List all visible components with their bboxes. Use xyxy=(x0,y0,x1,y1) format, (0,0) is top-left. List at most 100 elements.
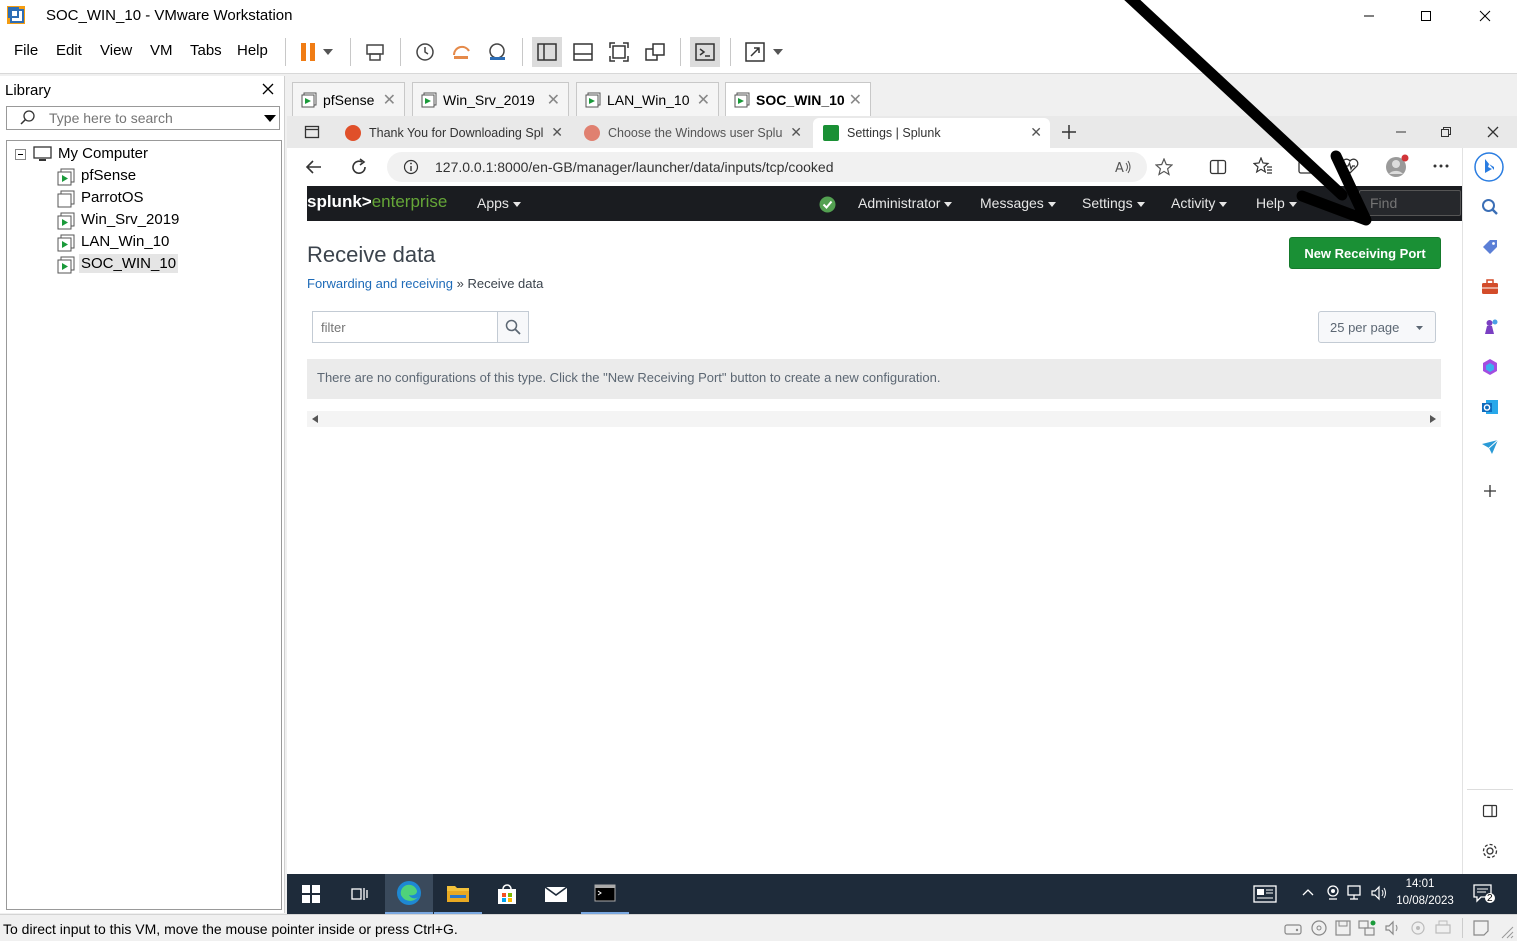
read-aloud-icon[interactable]: A xyxy=(1115,159,1133,175)
outlook-icon[interactable] xyxy=(1479,396,1501,418)
edge-taskbar-icon[interactable] xyxy=(385,874,433,914)
library-search-input[interactable] xyxy=(49,109,249,127)
menu-view[interactable]: View xyxy=(100,42,132,59)
close-tab-icon[interactable]: ✕ xyxy=(790,124,802,141)
find-box[interactable] xyxy=(1359,190,1461,216)
sidebar-toggle-icon[interactable] xyxy=(1479,800,1501,822)
close-button[interactable] xyxy=(1462,4,1508,28)
webcam-tray-icon[interactable] xyxy=(1326,885,1340,901)
library-close-icon[interactable] xyxy=(262,83,274,95)
maximize-button[interactable] xyxy=(1403,4,1449,28)
find-input[interactable] xyxy=(1370,194,1460,212)
network-icon[interactable] xyxy=(1347,885,1365,901)
vm-tab-lan-win-10[interactable]: LAN_Win_10 ✕ xyxy=(576,82,719,116)
refresh-icon[interactable] xyxy=(350,158,368,176)
menu-help[interactable]: Help xyxy=(237,42,268,59)
nav-messages[interactable]: Messages xyxy=(980,195,1056,211)
tools-briefcase-icon[interactable] xyxy=(1479,276,1501,298)
browser-restore-icon[interactable] xyxy=(1440,126,1452,138)
close-tab-icon[interactable]: ✕ xyxy=(697,90,710,110)
filter-input[interactable] xyxy=(321,320,481,335)
revert-snapshot-icon[interactable] xyxy=(446,37,476,67)
stretch-guest-icon[interactable] xyxy=(740,37,770,67)
show-library-icon[interactable] xyxy=(532,37,562,67)
site-info-icon[interactable] xyxy=(403,159,419,175)
favorite-star-icon[interactable] xyxy=(1155,158,1173,176)
snapshot-icon[interactable] xyxy=(410,37,440,67)
per-page-dropdown[interactable]: 25 per page xyxy=(1318,311,1436,343)
vm-tab-pfsense[interactable]: pfSense ✕ xyxy=(292,82,405,116)
vm-tab-soc-win-10[interactable]: SOC_WIN_10 ✕ xyxy=(725,82,871,116)
minimize-button[interactable] xyxy=(1346,4,1392,28)
resize-grip-icon[interactable] xyxy=(1500,925,1514,939)
microsoft-365-icon[interactable] xyxy=(1479,356,1501,378)
tree-item-pfsense[interactable]: pfSense xyxy=(81,167,136,184)
floppy-icon[interactable] xyxy=(1334,919,1352,937)
mail-icon[interactable] xyxy=(532,874,580,914)
performance-icon[interactable] xyxy=(1341,157,1359,175)
menu-file[interactable]: File xyxy=(14,42,38,59)
more-options-icon[interactable] xyxy=(1433,164,1449,168)
close-tab-icon[interactable]: ✕ xyxy=(1030,124,1042,141)
sound-card-icon[interactable] xyxy=(1384,919,1402,937)
message-log-icon[interactable] xyxy=(1472,919,1490,937)
snapshot-manager-icon[interactable] xyxy=(482,37,512,67)
favorites-icon[interactable] xyxy=(1253,157,1273,175)
console-view-icon[interactable] xyxy=(690,37,720,67)
nav-activity[interactable]: Activity xyxy=(1171,195,1228,211)
search-icon[interactable] xyxy=(1479,196,1501,218)
cd-dvd-icon[interactable] xyxy=(1310,919,1328,937)
tree-item-soc-win-10[interactable]: SOC_WIN_10 xyxy=(79,254,179,273)
unity-icon[interactable] xyxy=(640,37,670,67)
close-tab-icon[interactable]: ✕ xyxy=(551,124,563,141)
split-screen-icon[interactable] xyxy=(1209,158,1227,176)
file-explorer-icon[interactable] xyxy=(434,874,482,914)
chevron-up-icon[interactable] xyxy=(1302,888,1314,896)
horizontal-scrollbar[interactable] xyxy=(307,411,1441,427)
volume-icon[interactable] xyxy=(1371,885,1389,901)
menu-edit[interactable]: Edit xyxy=(56,42,82,59)
nav-administrator[interactable]: Administrator xyxy=(858,195,953,211)
tree-item-lan-win-10[interactable]: LAN_Win_10 xyxy=(81,233,169,250)
power-dropdown-icon[interactable] xyxy=(318,37,338,67)
network-adapter-icon[interactable] xyxy=(1357,919,1377,937)
menu-tabs[interactable]: Tabs xyxy=(190,42,222,59)
url-field[interactable]: 127.0.0.1:8000/en-GB/manager/launcher/da… xyxy=(387,152,1173,182)
splunk-logo[interactable]: splunk>enterprise xyxy=(307,192,447,212)
gear-icon[interactable] xyxy=(1479,840,1501,862)
send-ctrl-alt-del-icon[interactable] xyxy=(360,37,390,67)
usb-icon[interactable] xyxy=(1409,919,1427,937)
shopping-tag-icon[interactable] xyxy=(1479,236,1501,258)
close-tab-icon[interactable]: ✕ xyxy=(547,90,560,110)
collections-icon[interactable] xyxy=(1297,157,1315,175)
new-tab-icon[interactable] xyxy=(1061,124,1077,140)
stretch-dropdown-icon[interactable] xyxy=(768,37,788,67)
tree-item-win-srv-2019[interactable]: Win_Srv_2019 xyxy=(81,211,179,228)
browser-minimize-icon[interactable] xyxy=(1395,126,1407,138)
scroll-left-icon[interactable] xyxy=(312,415,318,423)
nav-help[interactable]: Help xyxy=(1256,195,1297,211)
tree-root-my-computer[interactable]: My Computer xyxy=(58,145,148,162)
drop-send-icon[interactable] xyxy=(1479,436,1501,458)
store-icon[interactable] xyxy=(483,874,531,914)
vm-tab-win-srv-2019[interactable]: Win_Srv_2019 ✕ xyxy=(412,82,569,116)
printer-icon[interactable] xyxy=(1434,919,1452,937)
chevron-down-icon[interactable] xyxy=(264,115,276,122)
clock-time[interactable]: 14:01 xyxy=(1395,878,1445,890)
filter-box[interactable] xyxy=(312,311,498,343)
collapse-icon[interactable] xyxy=(15,149,26,160)
filter-search-button[interactable] xyxy=(497,311,529,343)
browser-tab[interactable]: Thank You for Downloading Splu ✕ xyxy=(335,118,571,148)
new-receiving-port-button[interactable]: New Receiving Port xyxy=(1289,237,1441,269)
close-tab-icon[interactable]: ✕ xyxy=(383,90,396,110)
back-icon[interactable] xyxy=(305,158,323,176)
browser-tab[interactable]: Choose the Windows user Splunk ✕ xyxy=(574,118,810,148)
profile-avatar[interactable] xyxy=(1385,154,1409,178)
guest-screen[interactable]: Thank You for Downloading Splu ✕ Choose … xyxy=(287,116,1517,914)
games-icon[interactable] xyxy=(1479,316,1501,338)
hard-disk-icon[interactable] xyxy=(1283,919,1303,937)
tree-item-parrotos[interactable]: ParrotOS xyxy=(81,189,144,206)
breadcrumb-link-forwarding[interactable]: Forwarding and receiving xyxy=(307,276,453,291)
full-screen-icon[interactable] xyxy=(604,37,634,67)
library-search[interactable] xyxy=(6,106,280,130)
